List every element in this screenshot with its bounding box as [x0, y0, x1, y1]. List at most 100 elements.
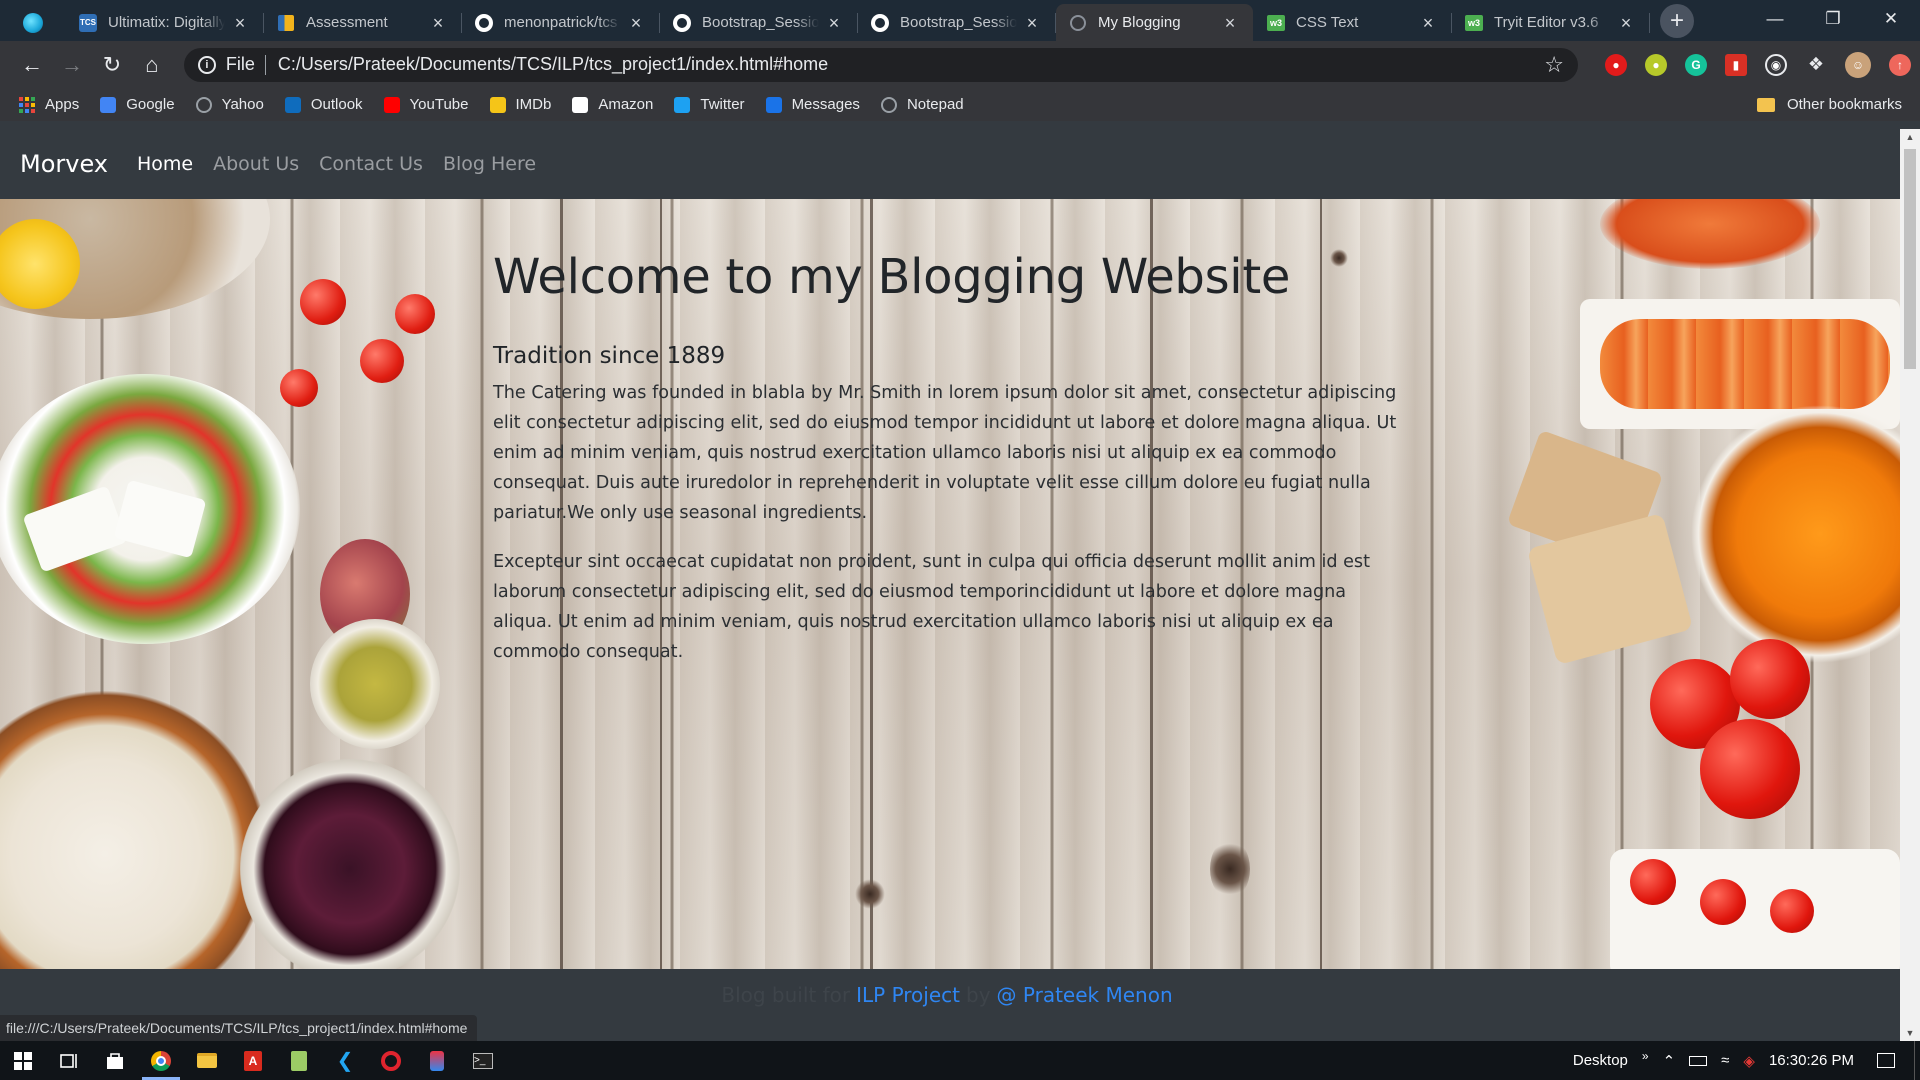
browser-tab[interactable]: w3 Tryit Editor v3.6 × — [1452, 4, 1650, 41]
ultimatix-icon: TCS — [78, 13, 98, 33]
tab-title: Bootstrap_Session — [702, 14, 819, 31]
browser-tab[interactable]: TCS Ultimatix: Digitally × — [66, 4, 264, 41]
tab-close-icon[interactable]: × — [1221, 14, 1239, 32]
bookmark-label: Apps — [45, 96, 80, 113]
nav-link-home[interactable]: Home — [137, 153, 193, 175]
extension-target-icon[interactable]: ◉ — [1764, 53, 1787, 76]
task-view-icon[interactable] — [46, 1041, 92, 1080]
browser-tab[interactable]: w3 CSS Text × — [1254, 4, 1452, 41]
messages-icon — [765, 96, 783, 114]
outlook-icon — [284, 96, 302, 114]
scroll-thumb[interactable] — [1904, 149, 1916, 369]
site-info-icon[interactable]: i — [197, 55, 216, 74]
browser-toolbar: ← → ↻ ⌂ i File C:/Users/Prateek/Document… — [0, 41, 1920, 88]
grammarly-icon[interactable]: G — [1684, 53, 1707, 76]
extension-book-icon[interactable]: ▮ — [1724, 53, 1747, 76]
notifications-icon[interactable] — [1877, 1053, 1895, 1068]
browser-tab[interactable]: Bootstrap_Session × — [660, 4, 858, 41]
opera-icon[interactable] — [368, 1041, 414, 1080]
tab-strip: TCS Ultimatix: Digitally × Assessment × menon… — [0, 0, 1920, 41]
close-window-button[interactable]: ✕ — [1862, 0, 1920, 38]
edge-icon — [23, 12, 43, 33]
extension-yellow-icon[interactable]: ● — [1644, 53, 1667, 76]
bookmark-label: Notepad — [906, 96, 964, 113]
bookmark-item[interactable]: Apps — [18, 96, 79, 114]
antivirus-icon[interactable]: ◈ — [1743, 1052, 1755, 1070]
bookmark-item[interactable]: Twitter — [673, 96, 745, 114]
browser-tab[interactable]: Bootstrap_Session × — [858, 4, 1056, 41]
home-button[interactable]: ⌂ — [132, 45, 172, 85]
tab-close-icon[interactable]: × — [627, 14, 645, 32]
notepad-icon[interactable] — [276, 1041, 322, 1080]
page-scrollbar[interactable]: ▲ ▼ — [1900, 129, 1920, 1041]
footer-project-link[interactable]: ILP Project — [856, 983, 960, 1007]
desktop-chevron-icon[interactable]: » — [1642, 1049, 1649, 1063]
bookmark-label: Amazon — [598, 96, 654, 113]
extensions-puzzle-icon[interactable]: ❖ — [1805, 54, 1827, 76]
snipping-icon[interactable] — [414, 1041, 460, 1080]
reload-button[interactable]: ↻ — [92, 45, 132, 85]
tab-close-icon[interactable]: × — [1617, 14, 1635, 32]
site-brand[interactable]: Morvex — [20, 150, 108, 178]
bookmark-item[interactable]: Notepad — [880, 96, 964, 114]
tab-close-icon[interactable]: × — [1419, 14, 1437, 32]
restore-button[interactable]: ❐ — [1804, 0, 1862, 38]
address-bar[interactable]: i File C:/Users/Prateek/Documents/TCS/IL… — [183, 47, 1578, 82]
tab-title: CSS Text — [1296, 14, 1359, 31]
acrobat-icon[interactable]: A — [230, 1041, 276, 1080]
browser-tab[interactable]: My Blogging × — [1056, 4, 1253, 41]
bookmark-star-icon[interactable]: ☆ — [1544, 52, 1564, 78]
minimize-button[interactable]: — — [1746, 0, 1804, 38]
bookmark-item[interactable]: Messages — [765, 96, 860, 114]
windows-start-icon[interactable] — [0, 1041, 46, 1080]
tab-close-icon[interactable]: × — [825, 14, 843, 32]
bookmarks-bar: Apps Google Yahoo Outlook YouTube IMDb Amazon T… — [0, 88, 1920, 121]
forward-button[interactable]: → — [52, 45, 92, 85]
scroll-up-arrow[interactable]: ▲ — [1900, 129, 1920, 145]
profile-avatar[interactable]: ☺ — [1844, 51, 1871, 78]
nav-link-about-us[interactable]: About Us — [213, 153, 299, 175]
chrome-icon[interactable] — [138, 1041, 184, 1080]
bookmark-item[interactable]: YouTube — [383, 96, 469, 114]
tray-overflow-icon[interactable]: ⌃ — [1663, 1052, 1676, 1070]
hero-content: Welcome to my Blogging Website Tradition… — [493, 249, 1403, 686]
new-tab-button[interactable]: + — [1660, 4, 1694, 38]
file-explorer-icon[interactable] — [184, 1041, 230, 1080]
back-button[interactable]: ← — [12, 45, 52, 85]
page-top-strip — [0, 121, 1920, 129]
other-bookmarks-label: Other bookmarks — [1786, 96, 1902, 113]
google-icon — [99, 96, 117, 114]
update-icon[interactable]: ↑ — [1888, 53, 1911, 76]
tab-close-icon[interactable]: × — [231, 14, 249, 32]
footer-author-link[interactable]: @ Prateek Menon — [997, 983, 1173, 1007]
show-desktop-button[interactable] — [1914, 1041, 1920, 1080]
bookmark-item[interactable]: IMDb — [489, 96, 552, 114]
bookmark-item[interactable]: Yahoo — [195, 96, 264, 114]
footer-middle: by — [966, 983, 991, 1007]
scroll-down-arrow[interactable]: ▼ — [1900, 1025, 1920, 1041]
address-url[interactable]: C:/Users/Prateek/Documents/TCS/ILP/tcs_p… — [278, 54, 1544, 75]
bookmark-label: IMDb — [515, 96, 552, 113]
bookmark-item[interactable]: Amazon — [571, 96, 653, 114]
bookmark-item[interactable]: Outlook — [284, 96, 363, 114]
nav-link-blog-here[interactable]: Blog Here — [443, 153, 536, 175]
desktop-toolbar-label[interactable]: Desktop — [1573, 1052, 1628, 1069]
other-bookmarks[interactable]: Other bookmarks — [1756, 88, 1902, 121]
browser-tab[interactable]: menonpatrick/tcs × — [462, 4, 660, 41]
terminal-icon[interactable]: >_ — [460, 1041, 506, 1080]
tab-close-icon[interactable]: × — [429, 14, 447, 32]
store-icon[interactable] — [92, 1041, 138, 1080]
clock-time[interactable]: 16:30:26 PM — [1769, 1052, 1854, 1069]
extension-red-icon[interactable]: ● — [1604, 53, 1627, 76]
tab-title: menonpatrick/tcs — [504, 14, 618, 31]
nav-link-contact-us[interactable]: Contact Us — [319, 153, 423, 175]
tab-close-icon[interactable]: × — [1023, 14, 1041, 32]
wifi-icon[interactable]: ≈ — [1721, 1052, 1729, 1069]
vscode-icon[interactable]: ❮ — [322, 1041, 368, 1080]
github-icon — [474, 13, 494, 33]
browser-tab[interactable]: Assessment × — [264, 4, 462, 41]
battery-icon[interactable] — [1689, 1055, 1708, 1066]
bookmark-item[interactable]: Google — [99, 96, 175, 114]
pinned-tab[interactable] — [0, 4, 66, 41]
wood-knot — [1210, 839, 1250, 899]
